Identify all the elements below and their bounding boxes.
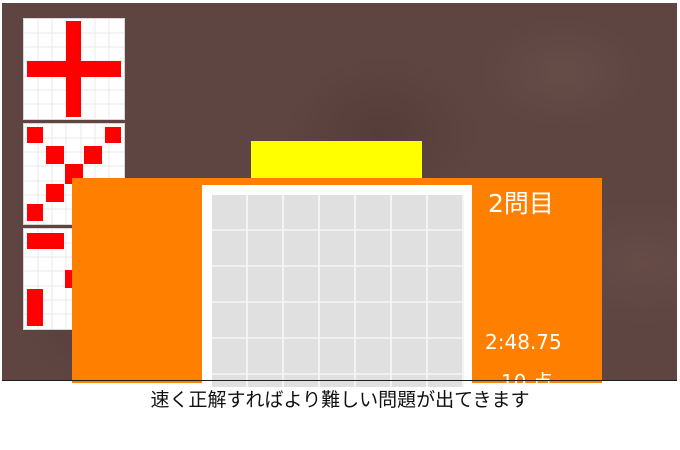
question-number: 2問目 bbox=[488, 189, 554, 218]
board-grid[interactable] bbox=[212, 195, 464, 387]
caption: 速く正解すればより難しい問題が出てきます bbox=[150, 389, 530, 411]
puzzle-board[interactable] bbox=[202, 185, 472, 387]
game-view-bottom-border bbox=[2, 380, 677, 381]
yellow-drop-zone bbox=[251, 141, 422, 179]
pattern-card-plus[interactable] bbox=[23, 18, 125, 120]
timer: 2:48.75 bbox=[485, 330, 562, 354]
plus-pattern-icon bbox=[24, 19, 124, 119]
